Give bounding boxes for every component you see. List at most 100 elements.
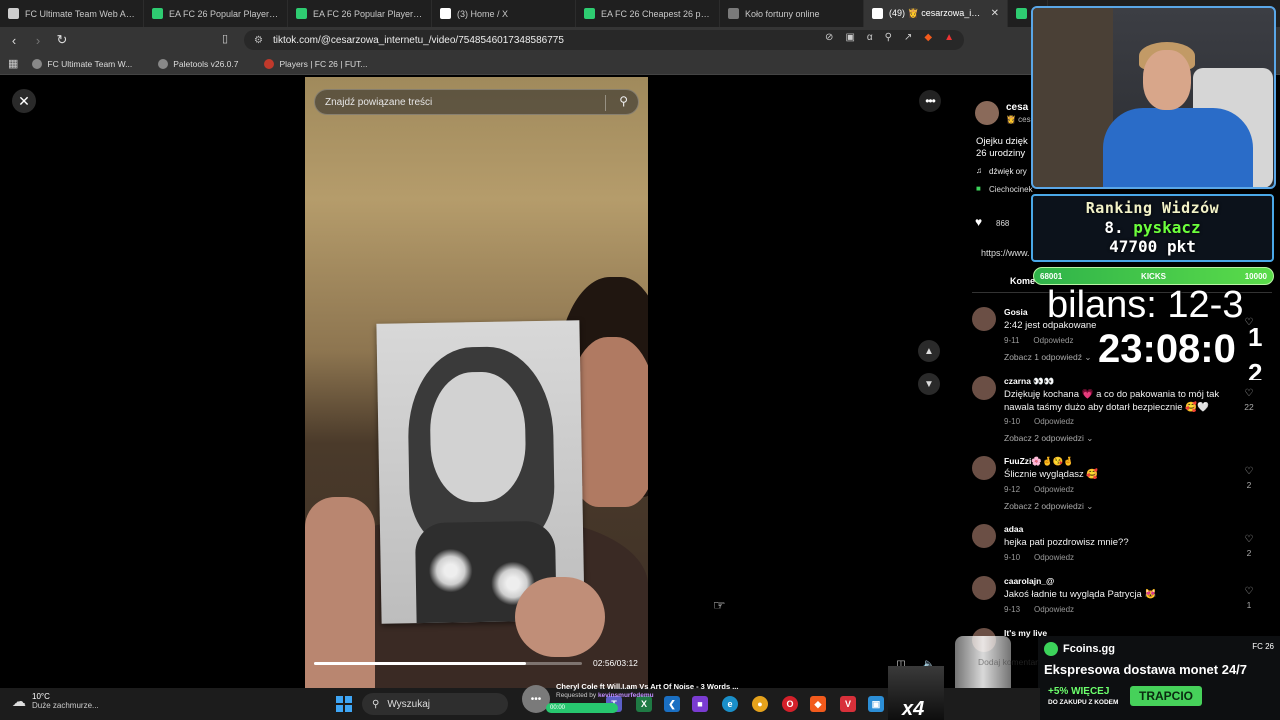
screen: FC Ultimate Team Web App - E EA FC 26 Pop… bbox=[0, 0, 1280, 720]
tab-title: FC Ultimate Team Web App - E bbox=[25, 8, 135, 19]
windows-start-icon[interactable] bbox=[336, 696, 352, 712]
commenter-avatar[interactable] bbox=[972, 307, 996, 331]
video-progress-bar[interactable] bbox=[314, 662, 582, 665]
view-replies-label: Zobacz 1 odpowiedź bbox=[1004, 352, 1082, 362]
heart-outline-icon[interactable]: ♡ bbox=[1242, 586, 1256, 597]
chrome-icon[interactable]: ● bbox=[752, 696, 768, 712]
caption-line-1: Ojejku dzięk bbox=[976, 136, 1028, 147]
comment-like-count: 1 bbox=[1246, 600, 1252, 610]
next-video-button[interactable]: ▼ bbox=[918, 373, 940, 395]
creator-username[interactable]: cesa bbox=[1006, 102, 1028, 113]
brave-icon[interactable]: ◆ bbox=[810, 696, 826, 712]
no-tracking-icon[interactable]: ⊘ bbox=[825, 32, 833, 43]
add-comment-input[interactable]: Dodaj komentarz bbox=[978, 657, 1042, 667]
commenter-avatar[interactable] bbox=[972, 524, 996, 548]
creator-avatar[interactable] bbox=[975, 101, 999, 125]
bookmark-page-icon[interactable]: ▯ bbox=[222, 32, 228, 45]
commenter-username[interactable]: czarna 👀👀 bbox=[1004, 376, 1054, 387]
bookmark-players-fc26[interactable]: Players | FC 26 | FUT... bbox=[264, 58, 368, 69]
close-tab-icon[interactable]: ✕ bbox=[991, 8, 999, 19]
search-divider bbox=[605, 95, 606, 111]
sound-name[interactable]: dźwięk ory bbox=[989, 167, 1027, 176]
fcoins-promo-small: DO ZAKUPU Z KODEM bbox=[1048, 699, 1119, 706]
commenter-avatar[interactable] bbox=[972, 376, 996, 400]
more-options-button[interactable]: ••• bbox=[919, 90, 941, 112]
brave-shield-icon[interactable]: ◆ bbox=[924, 32, 932, 43]
tab-title: EA FC 26 Popular Players | FUT bbox=[169, 8, 279, 19]
view-replies-button[interactable]: Zobacz 2 odpowiedzi ⌄ bbox=[1004, 433, 1093, 444]
reply-button[interactable]: Odpowiedz bbox=[1034, 553, 1074, 562]
commenter-username[interactable]: adaa bbox=[1004, 524, 1023, 534]
share-icon[interactable]: ↗ bbox=[904, 32, 912, 43]
video-player[interactable] bbox=[305, 77, 648, 688]
location-icon: ■ bbox=[976, 184, 981, 193]
fcoins-game-tag: FC 26 bbox=[1252, 642, 1274, 651]
back-icon[interactable]: ‹ bbox=[4, 30, 24, 50]
like-icon[interactable]: ♥ bbox=[975, 215, 982, 229]
commenter-username[interactable]: caarolajn_@ bbox=[1004, 576, 1054, 586]
comment-date: 9-10 bbox=[1004, 553, 1021, 562]
comment-like-count: 22 bbox=[1244, 402, 1254, 412]
photos-icon[interactable]: ▣ bbox=[868, 696, 884, 712]
commenter-avatar[interactable] bbox=[972, 576, 996, 600]
weather-widget[interactable]: ☁ 10°C Duże zachmurze... bbox=[12, 692, 99, 710]
futbin-icon bbox=[584, 8, 595, 19]
heart-outline-icon[interactable]: ♡ bbox=[1242, 534, 1256, 545]
view-replies-button[interactable]: Zobacz 2 odpowiedzi ⌄ bbox=[1004, 501, 1093, 512]
brave-rewards-icon[interactable]: ▲ bbox=[944, 32, 954, 43]
viewer-ranking-overlay: Ranking Widzów 8. pyskacz 47700 pkt bbox=[1031, 194, 1274, 262]
browser-tab[interactable]: EA FC 26 Cheapest 26 players bbox=[576, 0, 720, 27]
site-info-icon[interactable]: ⚙ bbox=[254, 35, 263, 46]
reload-icon[interactable]: ↻ bbox=[52, 30, 72, 50]
commenter-username[interactable]: FuuZzi🌸🤞😘🤞 bbox=[1004, 456, 1074, 467]
vivaldi-icon[interactable]: V bbox=[840, 696, 856, 712]
apps-grid-icon[interactable]: ▦ bbox=[8, 57, 18, 70]
zoom-icon[interactable]: ⚲ bbox=[885, 32, 892, 43]
taskbar-search[interactable]: ⚲ Wyszukaj bbox=[362, 693, 508, 715]
browser-tab[interactable]: EA FC 26 Popular Players | FUT bbox=[288, 0, 432, 27]
reply-button[interactable]: Odpowiedz bbox=[1034, 417, 1074, 426]
translate-icon[interactable]: α bbox=[867, 32, 873, 43]
stream-clock-digit: 1 bbox=[1248, 322, 1263, 352]
streamer-body bbox=[1103, 108, 1253, 187]
view-replies-label: Zobacz 2 odpowiedzi bbox=[1004, 433, 1084, 443]
kicks-left-value: 68001 bbox=[1040, 271, 1063, 281]
search-icon[interactable]: ⚲ bbox=[619, 94, 628, 108]
futwiz-icon bbox=[264, 58, 275, 69]
previous-video-button[interactable]: ▲ bbox=[918, 340, 940, 362]
browser-tab[interactable]: (49) 👸 cesarzowa_intern ✕ bbox=[864, 0, 1008, 27]
commenter-avatar[interactable] bbox=[972, 456, 996, 480]
chevron-down-icon: ⌄ bbox=[1086, 501, 1094, 511]
reply-button[interactable]: Odpowiedz bbox=[1034, 605, 1074, 614]
bookmark-fc-ultimate-team[interactable]: FC Ultimate Team W... bbox=[32, 58, 132, 69]
comments-tab[interactable]: Kome bbox=[1010, 276, 1035, 286]
share-url[interactable]: https://www. bbox=[981, 248, 1030, 258]
chevron-down-icon: ⌄ bbox=[1086, 433, 1094, 443]
view-replies-button[interactable]: Zobacz 1 odpowiedź ⌄ bbox=[1004, 352, 1091, 363]
chevron-down-icon: ⌄ bbox=[1084, 352, 1092, 362]
close-video-button[interactable]: ✕ bbox=[12, 89, 36, 113]
browser-tab[interactable]: FC Ultimate Team Web App - E bbox=[0, 0, 144, 27]
webcam-overlay bbox=[1031, 6, 1276, 189]
reply-button[interactable]: Odpowiedz bbox=[1034, 485, 1074, 494]
futbin-icon bbox=[1016, 8, 1027, 19]
bookmark-paletools[interactable]: Paletools v26.0.7 bbox=[158, 58, 238, 69]
commenter-username[interactable]: Gosia bbox=[1004, 307, 1028, 317]
x-icon bbox=[440, 8, 451, 19]
reply-button[interactable]: Odpowiedz bbox=[1033, 336, 1073, 345]
browser-tab[interactable]: Koło fortuny online bbox=[720, 0, 864, 27]
fcoins-code: TRAPCIO bbox=[1130, 686, 1202, 706]
browser-tab[interactable]: (3) Home / X bbox=[432, 0, 576, 27]
opera-icon[interactable]: O bbox=[782, 696, 798, 712]
cast-icon[interactable]: ▣ bbox=[845, 32, 854, 43]
address-bar[interactable]: ⚙ tiktok.com/@cesarzowa_internetu_/video… bbox=[244, 30, 964, 50]
browser-tab[interactable]: EA FC 26 Popular Players | FUT bbox=[144, 0, 288, 27]
heart-outline-icon[interactable]: ♡ bbox=[1242, 388, 1256, 399]
related-search-input[interactable]: Znajdź powiązane treści ⚲ bbox=[314, 89, 639, 115]
globe-icon bbox=[158, 58, 169, 69]
url-text: tiktok.com/@cesarzowa_internetu_/video/7… bbox=[272, 34, 564, 46]
heart-outline-icon[interactable]: ♡ bbox=[1242, 466, 1256, 477]
location-tag[interactable]: Ciechocinek bbox=[989, 185, 1033, 194]
forward-icon[interactable]: › bbox=[28, 30, 48, 50]
search-placeholder: Znajdź powiązane treści bbox=[325, 96, 433, 108]
